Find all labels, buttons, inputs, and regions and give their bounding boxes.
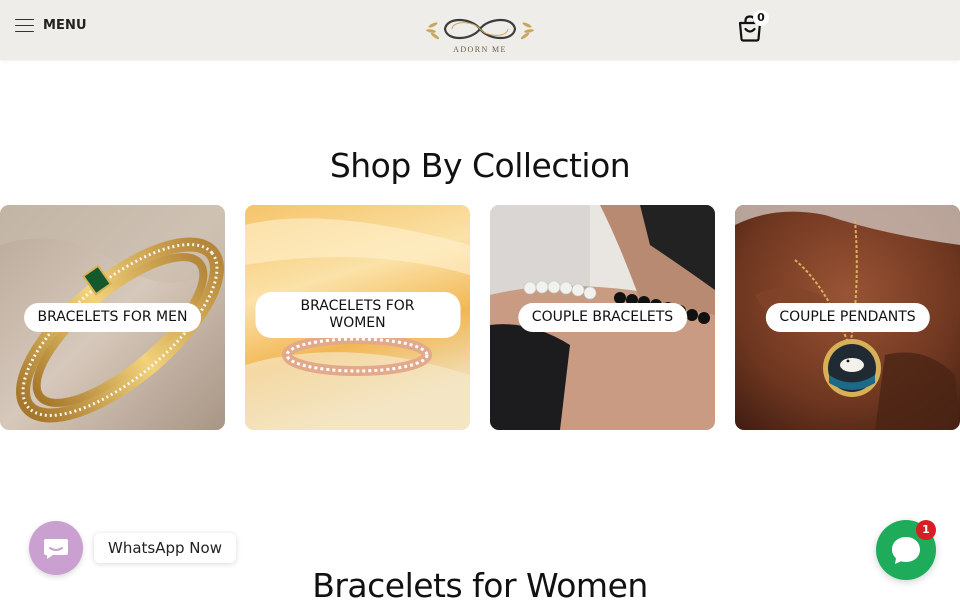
section-title: Shop By Collection: [329, 146, 631, 185]
label-line-2: WOMEN: [329, 315, 386, 331]
collection-card-bracelets-for-men[interactable]: BRACELETS FOR MEN: [0, 205, 225, 430]
label-line-1: BRACELETS FOR: [300, 298, 415, 314]
whatsapp-label[interactable]: WhatsApp Now: [94, 533, 236, 563]
collection-card-label: BRACELETS FOR MEN: [23, 303, 202, 332]
site-header: MENU ADORN ME 0: [0, 0, 960, 60]
cart-count-badge: 0: [753, 10, 769, 26]
section-title-bracelets-for-women: Bracelets for Women: [312, 566, 648, 600]
hamburger-icon: [15, 18, 34, 33]
chat-bubble-icon: [44, 539, 68, 559]
collection-card-bracelets-for-women[interactable]: BRACELETS FOR WOMEN: [245, 205, 470, 430]
collection-card-couple-pendants[interactable]: COUPLE PENDANTS: [735, 205, 960, 430]
collection-card-couple-bracelets[interactable]: COUPLE BRACELETS: [490, 205, 715, 430]
collection-card-label: BRACELETS FOR WOMEN: [255, 292, 460, 338]
whatsapp-button[interactable]: [29, 521, 83, 575]
menu-button[interactable]: MENU: [15, 18, 87, 33]
collection-card-label: COUPLE BRACELETS: [517, 303, 688, 332]
collection-card-label: COUPLE PENDANTS: [765, 303, 930, 332]
logo-text: ADORN ME: [453, 45, 507, 54]
menu-label: MENU: [43, 18, 87, 33]
chat-notification-badge: 1: [916, 520, 936, 540]
brand-logo[interactable]: ADORN ME: [423, 4, 537, 58]
